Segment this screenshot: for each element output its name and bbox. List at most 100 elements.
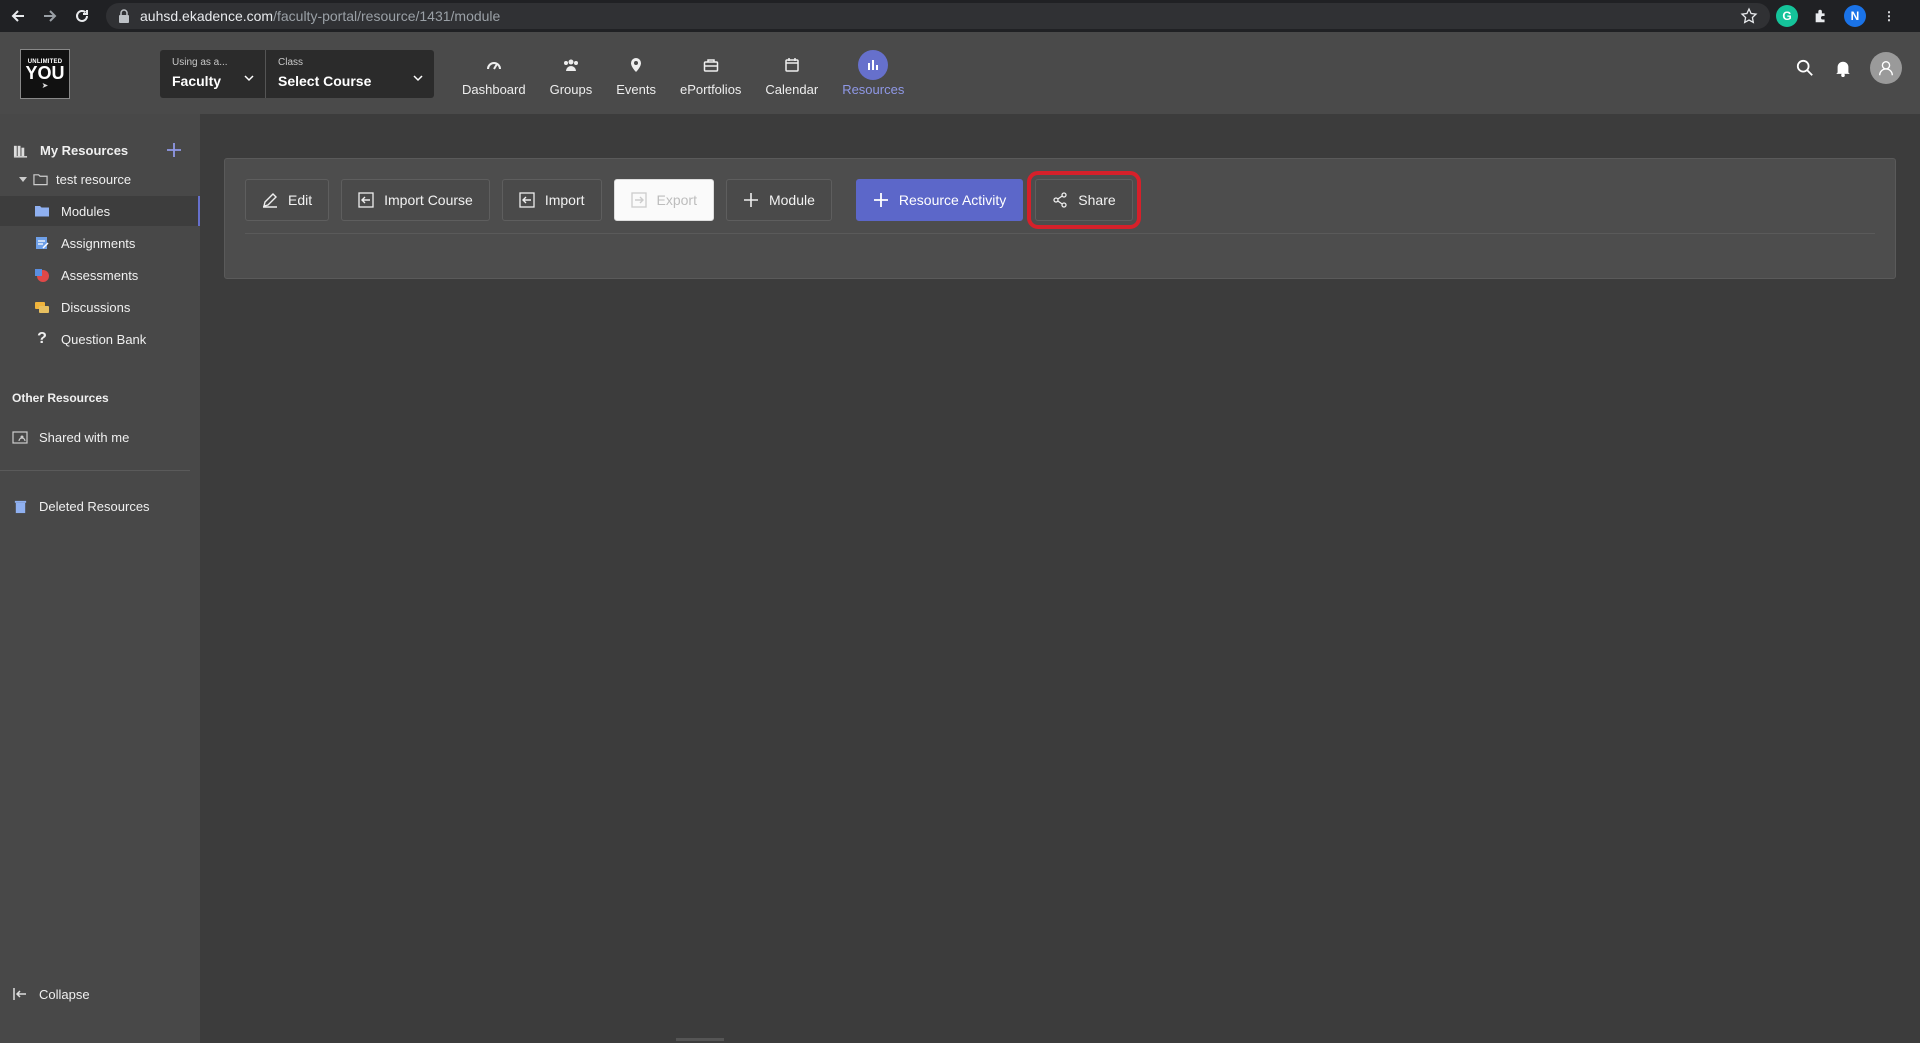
sidebar-divider bbox=[0, 470, 190, 471]
sidebar-my-resources-label: My Resources bbox=[40, 142, 129, 158]
reload-icon bbox=[76, 9, 88, 22]
import-icon bbox=[519, 192, 535, 208]
address-bar[interactable]: auhsd.ekadence.com/faculty-portal/resour… bbox=[106, 3, 1770, 29]
nav-label: Resources bbox=[842, 81, 905, 97]
import-label: Import bbox=[544, 192, 585, 208]
class-value: Select Course bbox=[278, 73, 372, 89]
nav-label: Dashboard bbox=[462, 81, 526, 97]
role-label: Using as a... bbox=[172, 57, 228, 68]
sidebar-item-discussions[interactable]: Discussions bbox=[0, 292, 200, 322]
caret-down-icon bbox=[19, 177, 27, 182]
sidebar-shared-label: Shared with me bbox=[39, 429, 130, 445]
chevron-down-icon bbox=[413, 75, 423, 82]
sidebar-item-label: Assignments bbox=[61, 235, 136, 251]
forward-button[interactable] bbox=[36, 2, 64, 30]
app-header: UNLIMITED YOU ➤ Using as a... Faculty Cl… bbox=[0, 32, 1920, 114]
sidebar-deleted-resources[interactable]: Deleted Resources bbox=[0, 491, 200, 521]
browser-toolbar: auhsd.ekadence.com/faculty-portal/resour… bbox=[0, 0, 1920, 32]
role-value: Faculty bbox=[172, 73, 222, 89]
bar-chart-icon bbox=[858, 49, 889, 80]
sidebar-item-assignments[interactable]: Assignments bbox=[0, 228, 200, 258]
star-icon[interactable] bbox=[1740, 7, 1758, 25]
search-icon[interactable] bbox=[1794, 57, 1816, 79]
edit-button[interactable]: Edit bbox=[245, 179, 330, 221]
sidebar-my-resources[interactable]: My Resources bbox=[0, 135, 200, 165]
library-icon bbox=[12, 142, 28, 158]
export-button[interactable]: Export bbox=[613, 179, 714, 221]
chat-icon bbox=[34, 299, 50, 315]
shared-folder-icon bbox=[12, 429, 28, 445]
map-pin-icon bbox=[621, 50, 651, 80]
sidebar-shared-with-me[interactable]: Shared with me bbox=[0, 422, 200, 452]
calendar-icon bbox=[777, 50, 807, 80]
reload-button[interactable] bbox=[68, 2, 96, 30]
class-dropdown[interactable]: Class Select Course bbox=[266, 50, 434, 98]
sidebar-item-assessments[interactable]: Assessments bbox=[0, 260, 200, 290]
url-path: /faculty-portal/resource/1431/module bbox=[273, 8, 501, 24]
folder-open-icon bbox=[32, 171, 48, 187]
nav-label: Events bbox=[616, 81, 656, 97]
plus-icon bbox=[873, 193, 888, 207]
briefcase-icon bbox=[696, 50, 726, 80]
share-icon bbox=[1053, 192, 1067, 208]
import-course-label: Import Course bbox=[384, 192, 473, 208]
sidebar-item-question-bank[interactable]: ? Question Bank bbox=[0, 324, 200, 354]
extensions-puzzle-icon[interactable] bbox=[1810, 5, 1832, 27]
sidebar-item-label: Assessments bbox=[61, 267, 139, 283]
logo-arrow-icon: ➤ bbox=[41, 80, 49, 90]
share-label: Share bbox=[1078, 192, 1116, 208]
profile-avatar[interactable]: N bbox=[1844, 5, 1866, 27]
collapse-label: Collapse bbox=[39, 986, 90, 1002]
people-icon bbox=[556, 50, 586, 80]
resource-activity-label: Resource Activity bbox=[898, 192, 1007, 208]
grammarly-extension-icon[interactable]: G bbox=[1776, 5, 1798, 27]
add-module-button[interactable]: Module bbox=[725, 179, 832, 221]
back-button[interactable] bbox=[4, 2, 32, 30]
gauge-icon bbox=[479, 50, 509, 80]
scroll-indicator bbox=[676, 1038, 724, 1041]
user-avatar[interactable] bbox=[1870, 52, 1902, 84]
lock-icon bbox=[119, 9, 129, 23]
folder-icon bbox=[34, 203, 50, 219]
import-button[interactable]: Import bbox=[501, 179, 602, 221]
sidebar-item-modules[interactable]: Modules bbox=[0, 196, 200, 226]
nav-dashboard[interactable]: Dashboard bbox=[450, 42, 538, 104]
sidebar-tree-root[interactable]: test resource bbox=[0, 164, 200, 194]
plus-icon bbox=[743, 193, 758, 207]
collapse-left-icon bbox=[12, 986, 28, 1002]
logo-line2: YOU bbox=[25, 62, 65, 83]
share-button[interactable]: Share bbox=[1027, 171, 1141, 229]
menu-dots-icon[interactable]: ⋮ bbox=[1878, 5, 1900, 27]
nav-label: Groups bbox=[549, 81, 593, 97]
other-resources-heading: Other Resources bbox=[12, 391, 109, 405]
main-nav: Dashboard Groups Events ePortfolios Cale… bbox=[450, 42, 916, 104]
trash-icon bbox=[12, 498, 28, 514]
class-label: Class bbox=[278, 57, 304, 68]
arrow-right-icon bbox=[44, 10, 57, 22]
bell-icon[interactable] bbox=[1832, 57, 1854, 79]
nav-eportfolios[interactable]: ePortfolios bbox=[668, 42, 753, 104]
assignment-icon bbox=[34, 235, 50, 251]
sidebar-deleted-label: Deleted Resources bbox=[39, 498, 150, 514]
sidebar-item-label: Discussions bbox=[61, 299, 131, 315]
import-course-button[interactable]: Import Course bbox=[341, 179, 490, 221]
sidebar-collapse-button[interactable]: Collapse bbox=[0, 979, 200, 1009]
nav-groups[interactable]: Groups bbox=[538, 42, 605, 104]
pencil-icon bbox=[263, 193, 277, 208]
resource-activity-button[interactable]: Resource Activity bbox=[855, 179, 1024, 221]
assessment-icon bbox=[34, 267, 50, 283]
module-label: Module bbox=[768, 192, 815, 208]
url-host: auhsd.ekadence.com bbox=[140, 8, 274, 24]
app-logo[interactable]: UNLIMITED YOU ➤ bbox=[20, 49, 70, 99]
nav-calendar[interactable]: Calendar bbox=[753, 42, 830, 104]
nav-resources[interactable]: Resources bbox=[830, 42, 916, 104]
import-icon bbox=[358, 192, 374, 208]
nav-events[interactable]: Events bbox=[604, 42, 668, 104]
arrow-left-icon bbox=[11, 10, 24, 22]
chevron-down-icon bbox=[244, 75, 254, 82]
edit-label: Edit bbox=[288, 192, 313, 208]
header-actions bbox=[1778, 52, 1902, 84]
role-dropdown[interactable]: Using as a... Faculty bbox=[160, 50, 266, 98]
sidebar-item-label: Question Bank bbox=[61, 331, 147, 347]
add-resource-icon[interactable] bbox=[166, 142, 182, 158]
